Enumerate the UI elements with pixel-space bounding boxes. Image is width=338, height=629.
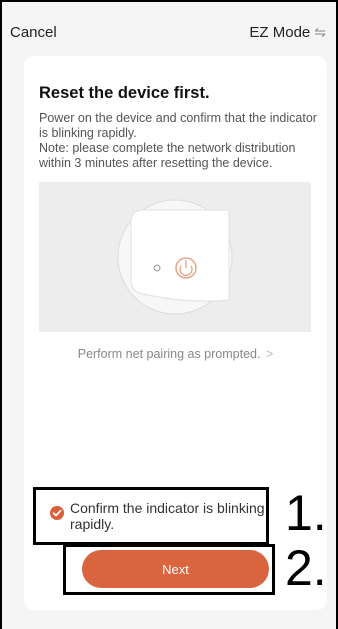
chevron-right-icon: > (265, 347, 274, 361)
instructions: Power on the device and confirm that the… (39, 111, 324, 171)
top-bar: Cancel EZ Mode ⇋ (0, 0, 338, 56)
swap-icon: ⇋ (314, 24, 326, 40)
net-pairing-link[interactable]: Perform net pairing as prompted. > (24, 347, 327, 361)
confirm-label: Confirm the indicator is blinking rapidl… (70, 500, 265, 532)
next-button-highlight: Next (63, 544, 275, 595)
instruction-text: Power on the device and confirm that the… (39, 111, 317, 140)
net-pairing-label: Perform net pairing as prompted. (77, 347, 261, 361)
ez-mode-label: EZ Mode (249, 24, 311, 41)
checkmark-icon[interactable] (50, 506, 64, 520)
cancel-button[interactable]: Cancel (10, 24, 57, 41)
page-title: Reset the device first. (39, 84, 210, 102)
note-text: Note: please complete the network distri… (39, 141, 296, 170)
next-button[interactable]: Next (82, 550, 269, 588)
device-illustration (39, 182, 311, 332)
confirm-checkbox-row[interactable]: Confirm the indicator is blinking rapidl… (33, 487, 269, 545)
annotation-marker-1: 1. (285, 485, 327, 541)
annotation-marker-2: 2. (285, 540, 327, 596)
ez-mode-switch[interactable]: EZ Mode ⇋ (249, 24, 326, 41)
